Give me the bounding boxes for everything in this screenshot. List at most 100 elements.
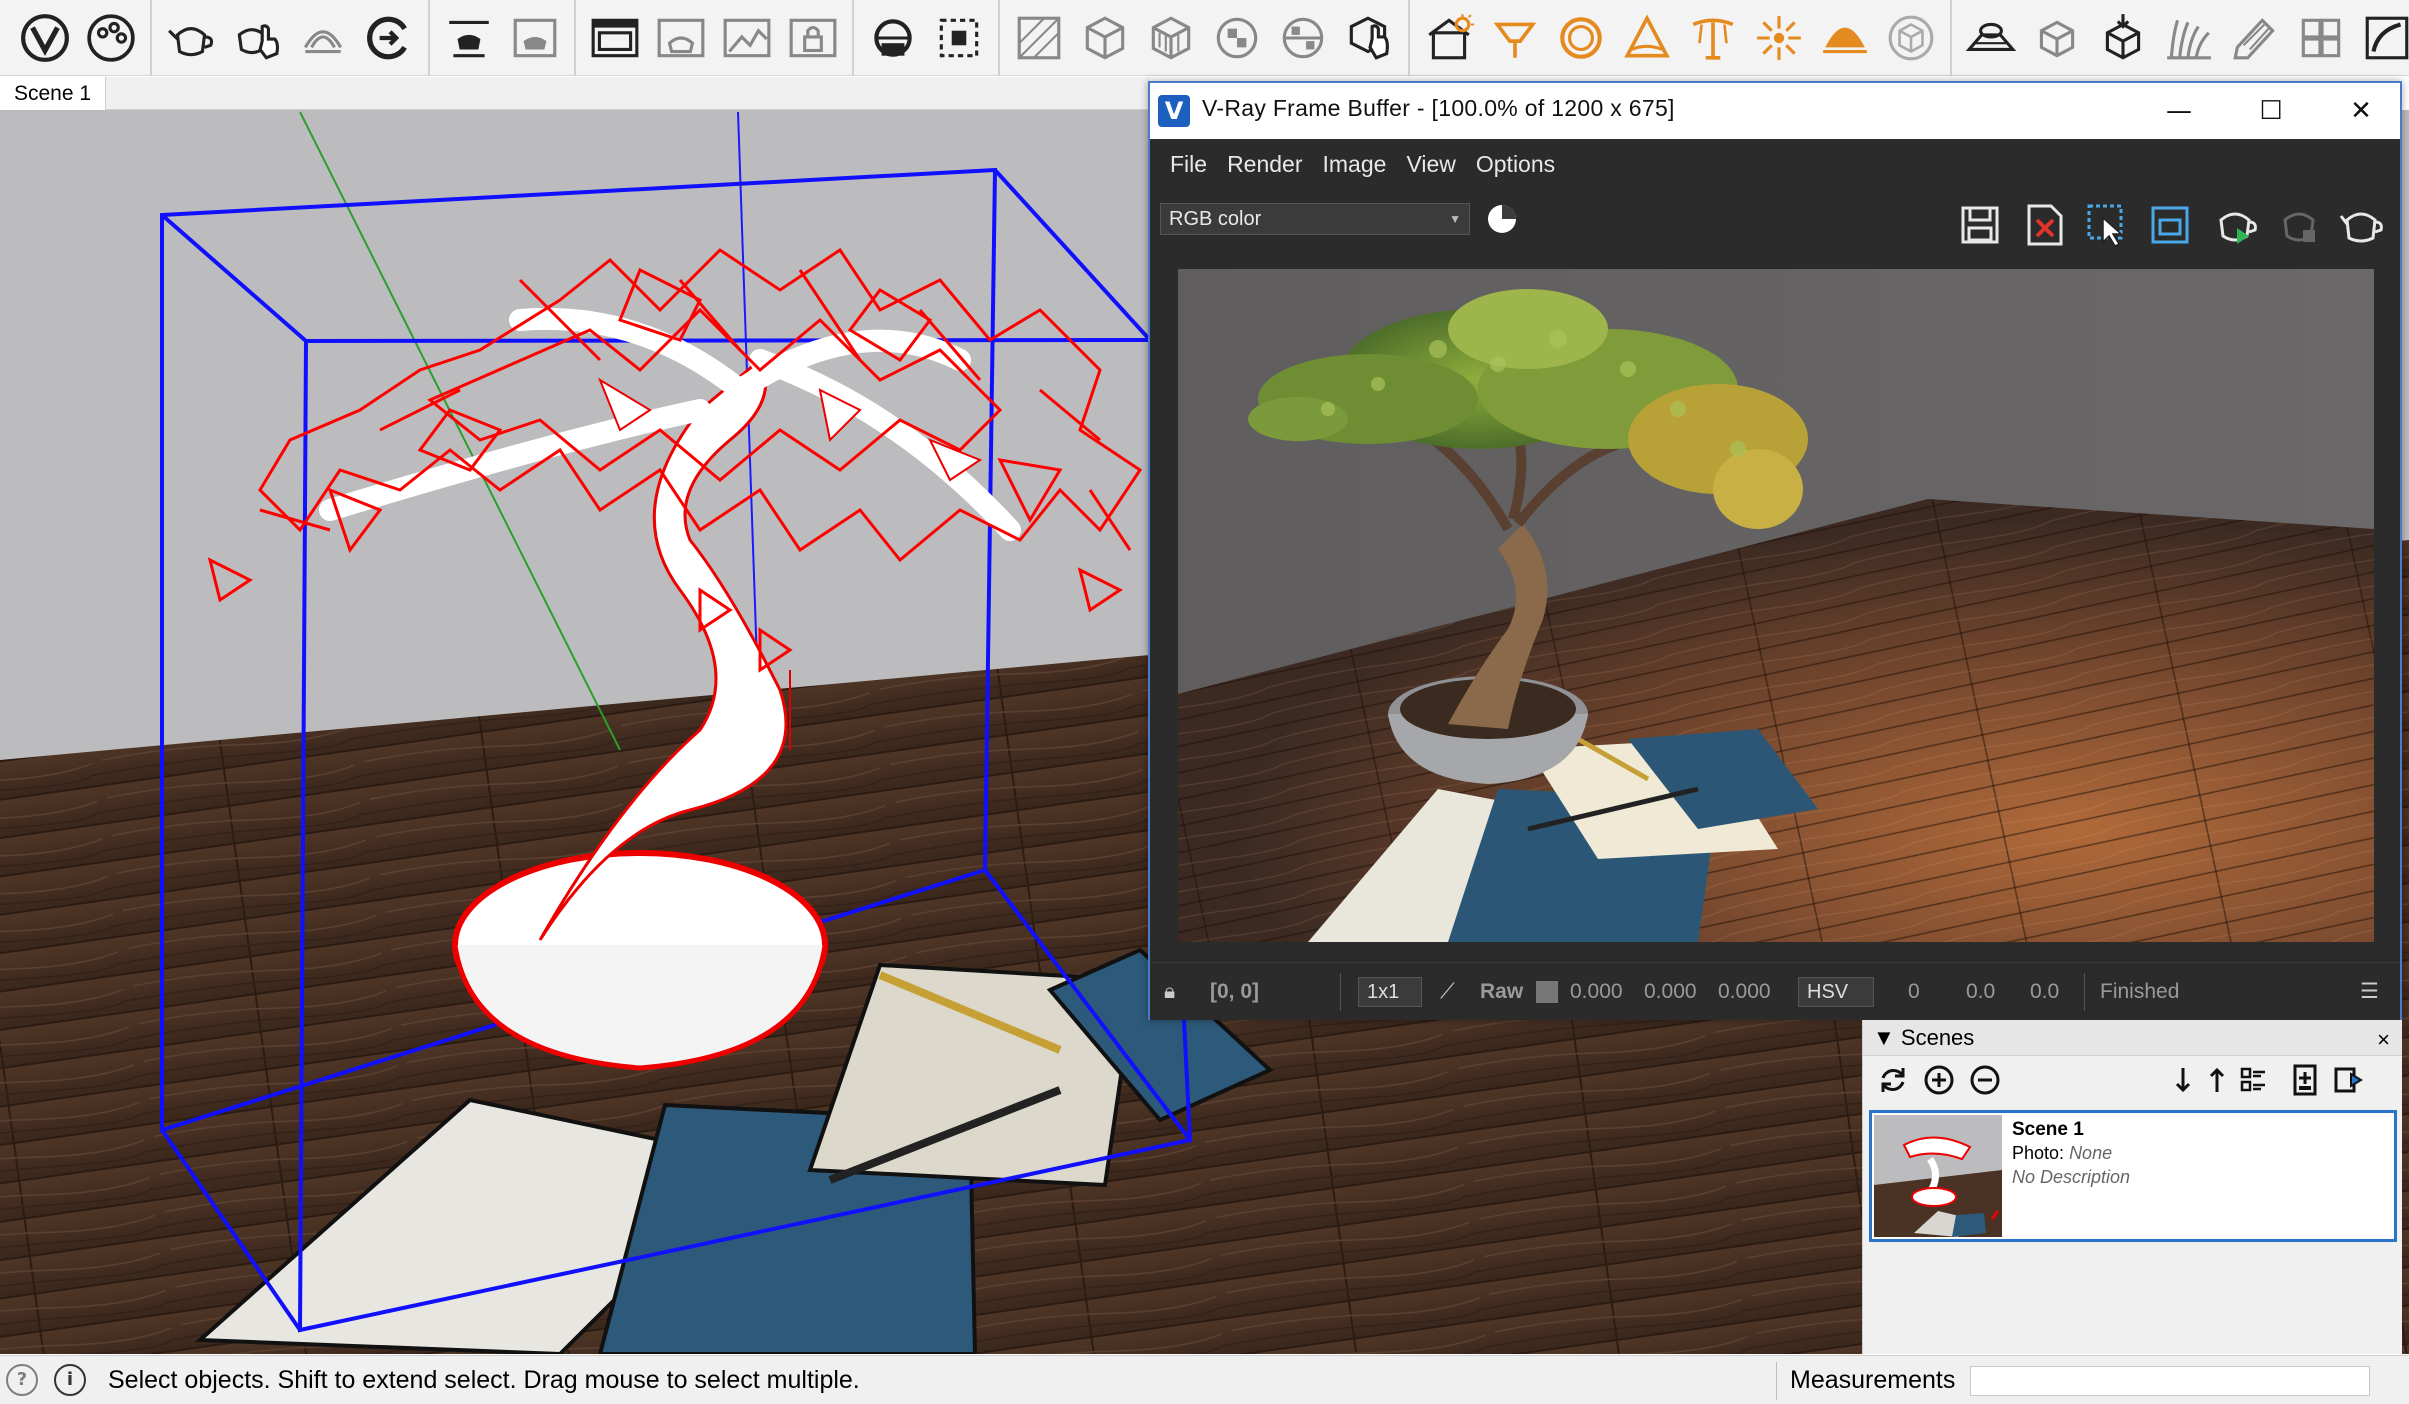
pixel-coords: [0, 0] — [1210, 980, 1260, 1003]
lights-gen-icon[interactable] — [438, 7, 500, 69]
batch-render-icon[interactable] — [504, 7, 566, 69]
channel-value: RGB color — [1169, 208, 1262, 230]
move-up-icon[interactable] — [2201, 1062, 2237, 1098]
lock-icon[interactable]: 🔒︎ — [1164, 963, 1175, 1021]
curve-icon[interactable]: ⟋ — [1440, 963, 1455, 1021]
collapse-icon[interactable]: ▼ — [1873, 1025, 1895, 1050]
refresh-icon[interactable] — [1875, 1062, 1911, 1098]
channel-select[interactable]: RGB color ▼ — [1160, 203, 1470, 235]
fur-icon[interactable] — [1272, 7, 1334, 69]
ies-light-icon[interactable] — [1616, 7, 1678, 69]
lock-icon[interactable] — [782, 7, 844, 69]
scenes-header[interactable]: ▼ Scenes × — [1863, 1020, 2402, 1056]
view-options-icon[interactable] — [2237, 1062, 2273, 1098]
maximize-button[interactable]: ☐ — [2226, 83, 2316, 139]
red-value: 0.000 — [1570, 980, 1623, 1003]
frame-buffer-icon[interactable] — [584, 7, 646, 69]
vfb-toggle-icon[interactable] — [358, 7, 420, 69]
checker-icon[interactable] — [1206, 7, 1268, 69]
interactive-render-icon[interactable] — [226, 7, 288, 69]
vray-frame-buffer-window[interactable]: V V-Ray Frame Buffer - [100.0% of 1200 x… — [1148, 81, 2402, 1020]
blue-value: 0.000 — [1718, 980, 1771, 1003]
toolbar-group-extras — [1952, 0, 2409, 76]
channel-mode-icon[interactable] — [1488, 205, 1516, 233]
fur-object-icon[interactable] — [2158, 7, 2220, 69]
proxy-import-icon[interactable] — [2092, 7, 2154, 69]
proxy-icon[interactable] — [1008, 7, 1070, 69]
close-button[interactable]: ✕ — [2316, 83, 2406, 139]
render-icon[interactable] — [2210, 199, 2262, 251]
menu-file[interactable]: File — [1170, 151, 1207, 178]
vray-logo-icon: V — [1158, 95, 1190, 127]
dome-light-icon[interactable] — [1418, 7, 1480, 69]
cube-icon[interactable] — [1880, 7, 1942, 69]
render-state: Finished — [2100, 980, 2180, 1003]
info-icon[interactable]: i — [54, 1364, 86, 1396]
stop-render-icon[interactable] — [2274, 199, 2326, 251]
scenes-toolbar — [1863, 1056, 2402, 1102]
details-icon[interactable] — [2331, 1062, 2367, 1098]
status-message: Select objects. Shift to extend select. … — [108, 1366, 860, 1394]
menu-view[interactable]: View — [1406, 151, 1455, 178]
infinite-plane-icon[interactable] — [1960, 7, 2022, 69]
material-preview-icon[interactable] — [650, 7, 712, 69]
remove-scene-icon[interactable] — [1967, 1062, 2003, 1098]
history-icon[interactable]: ☰ — [2360, 963, 2379, 1021]
scene-item-scene-1[interactable]: Scene 1 Photo: None No Description — [1869, 1110, 2397, 1242]
sphere-light-icon[interactable] — [862, 7, 924, 69]
clipper-icon[interactable] — [928, 7, 990, 69]
scatter-icon[interactable] — [2224, 7, 2286, 69]
render-region-icon[interactable] — [716, 7, 778, 69]
region-render-icon[interactable] — [2082, 199, 2134, 251]
raw-label: Raw — [1480, 980, 1524, 1003]
cube-light-icon[interactable] — [1140, 7, 1202, 69]
omni-light-icon[interactable] — [1682, 7, 1744, 69]
asset-editor-icon[interactable] — [80, 7, 142, 69]
save-image-icon[interactable] — [1954, 199, 2006, 251]
clear-image-icon[interactable] — [2018, 199, 2070, 251]
layers-icon[interactable] — [2290, 7, 2352, 69]
progressive-render-icon[interactable] — [292, 7, 354, 69]
menu-image[interactable]: Image — [1323, 151, 1387, 178]
color-swatch — [1536, 981, 1558, 1003]
toolbar-group-geometry — [1000, 0, 1410, 76]
move-down-icon[interactable] — [2163, 1062, 2199, 1098]
track-mouse-icon[interactable] — [2144, 199, 2196, 251]
scene-description: No Description — [2012, 1167, 2131, 1187]
toolbar-group-tools — [430, 0, 576, 76]
mesh-light-icon[interactable] — [1074, 7, 1136, 69]
saturation-value: 0.0 — [1966, 980, 1996, 1003]
sphere-light2-icon[interactable] — [1550, 7, 1612, 69]
separator — [2084, 973, 2085, 1011]
measurements-input[interactable] — [1970, 1366, 2370, 1396]
update-scene-icon[interactable] — [2287, 1062, 2323, 1098]
render-image[interactable] — [1178, 269, 2374, 942]
vfb-title: V-Ray Frame Buffer - [100.0% of 1200 x 6… — [1202, 95, 1675, 121]
help-icon[interactable]: ? — [6, 1364, 38, 1396]
zoom-select[interactable]: 1x1 — [1358, 977, 1422, 1007]
scenes-panel: ▼ Scenes × Scene 1 Photo: None No Descri… — [1862, 1020, 2402, 1354]
rendered-scene — [1178, 269, 2374, 942]
scene-photo-label: Photo: — [2012, 1143, 2065, 1163]
scene-photo: Photo: None — [2012, 1143, 2112, 1164]
object-properties-icon[interactable] — [1338, 7, 1400, 69]
dome-icon[interactable] — [1814, 7, 1876, 69]
add-scene-icon[interactable] — [1921, 1062, 1957, 1098]
render-teapot-icon[interactable] — [160, 7, 222, 69]
section-icon[interactable] — [2356, 7, 2409, 69]
tab-scene-1[interactable]: Scene 1 — [0, 77, 107, 110]
close-icon[interactable]: × — [2377, 1022, 2390, 1058]
proxy-export-icon[interactable] — [2026, 7, 2088, 69]
sun-light-icon[interactable] — [1748, 7, 1810, 69]
color-model-select[interactable]: HSV — [1798, 977, 1874, 1007]
minimize-button[interactable]: — — [2134, 83, 2224, 139]
menu-options[interactable]: Options — [1476, 151, 1555, 178]
interactive-teapot-icon[interactable] — [2336, 199, 2388, 251]
measurements-label: Measurements — [1790, 1366, 1956, 1394]
spot-light-icon[interactable] — [1484, 7, 1546, 69]
vfb-titlebar[interactable]: V V-Ray Frame Buffer - [100.0% of 1200 x… — [1150, 83, 2400, 139]
toolbar-group-render — [152, 0, 430, 76]
value-value: 0.0 — [2030, 980, 2060, 1003]
menu-render[interactable]: Render — [1227, 151, 1302, 178]
vray-logo-icon[interactable] — [14, 7, 76, 69]
